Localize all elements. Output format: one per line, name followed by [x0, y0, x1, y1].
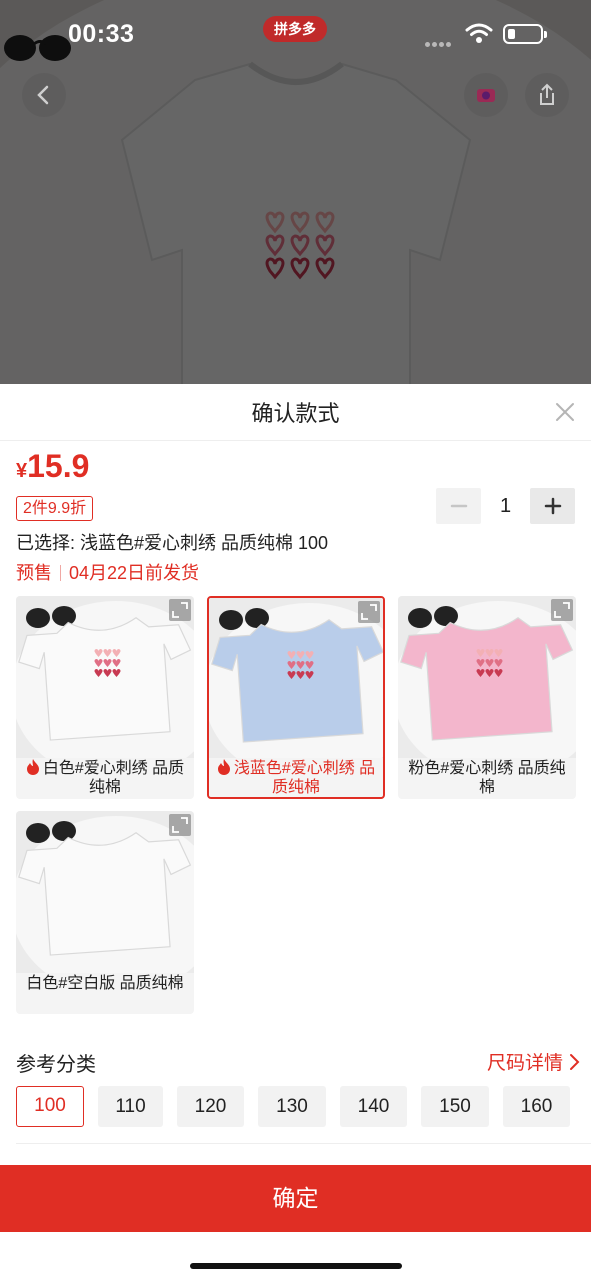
price: ¥15.9 — [16, 448, 89, 485]
share-button[interactable] — [525, 73, 569, 117]
style-selection-sheet: 确认款式 ¥15.9 2件9.9折 1 已选择: 浅蓝色#爱心刺绣 品质纯棉 1… — [0, 384, 591, 1280]
home-indicator — [190, 1263, 402, 1269]
size-option[interactable]: 120 — [177, 1086, 244, 1127]
size-option[interactable]: 110 — [98, 1086, 163, 1127]
minus-icon — [450, 504, 467, 508]
style-card[interactable]: 浅蓝色#爱心刺绣 品质纯棉 — [207, 596, 385, 799]
quantity-value[interactable]: 1 — [481, 488, 530, 524]
confirm-button[interactable]: 确定 — [0, 1165, 591, 1232]
zoom-icon[interactable] — [169, 599, 191, 621]
size-option[interactable]: 150 — [421, 1086, 489, 1127]
size-option[interactable]: 160 — [503, 1086, 570, 1127]
divider — [0, 440, 591, 441]
ship-date: 04月22日前发货 — [69, 563, 200, 583]
selected-summary: 已选择: 浅蓝色#爱心刺绣 品质纯棉 100 — [16, 533, 329, 553]
flame-icon — [217, 759, 230, 775]
quantity-decrease-button[interactable] — [436, 488, 481, 524]
status-bar: 00:33 拼多多 — [0, 0, 591, 70]
size-section-title: 参考分类 — [16, 1054, 96, 1076]
style-shirt-image — [16, 601, 194, 758]
presale-separator — [60, 565, 61, 581]
share-icon — [540, 83, 554, 105]
close-icon[interactable] — [553, 400, 577, 424]
battery-icon — [503, 24, 547, 44]
size-guide-label: 尺码详情 — [487, 1053, 564, 1074]
favorite-icon — [477, 89, 495, 102]
style-shirt-image — [398, 601, 576, 758]
style-label: 白色#爱心刺绣 品质纯棉 — [22, 759, 188, 797]
status-time: 00:33 — [68, 20, 135, 48]
style-label: 白色#空白版 品质纯棉 — [22, 974, 188, 993]
presale-info: 预售 04月22日前发货 — [16, 559, 199, 585]
size-option[interactable]: 100 — [16, 1086, 84, 1127]
zoom-icon[interactable] — [551, 599, 573, 621]
quantity-increase-button[interactable] — [530, 488, 575, 524]
size-option[interactable]: 130 — [258, 1086, 326, 1127]
style-image — [16, 811, 194, 973]
sheet-title: 确认款式 — [251, 401, 340, 426]
wifi-icon — [465, 23, 493, 43]
style-card[interactable]: 白色#爱心刺绣 品质纯棉 — [16, 596, 194, 799]
size-guide-link[interactable]: 尺码详情 — [487, 1048, 581, 1075]
zoom-icon[interactable] — [169, 814, 191, 836]
back-icon — [37, 85, 49, 105]
plus-icon — [544, 497, 561, 515]
style-label: 浅蓝色#爱心刺绣 品质纯棉 — [215, 759, 377, 797]
style-label-text: 白色#空白版 品质纯棉 — [26, 975, 184, 992]
style-image — [16, 596, 194, 758]
style-image — [209, 598, 383, 758]
product-hero-image[interactable]: 00:33 拼多多 — [0, 0, 591, 384]
zoom-icon[interactable] — [358, 601, 380, 623]
signal-dots — [425, 34, 453, 52]
style-label-text: 粉色#爱心刺绣 品质纯棉 — [408, 760, 566, 796]
style-shirt-image — [209, 603, 383, 758]
style-shirt-image — [16, 816, 194, 973]
page: 00:33 拼多多 确认款式 ¥15.9 2件9.9折 1 已选择: 浅蓝色#爱… — [0, 0, 591, 1280]
style-image — [398, 596, 576, 758]
size-option[interactable]: 140 — [340, 1086, 407, 1127]
back-button[interactable] — [22, 73, 66, 117]
app-logo: 拼多多 — [263, 16, 327, 42]
discount-tag: 2件9.9折 — [16, 496, 94, 521]
style-label-text: 白色#爱心刺绣 品质纯棉 — [42, 760, 185, 796]
style-card[interactable]: 白色#空白版 品质纯棉 — [16, 811, 194, 1014]
divider — [16, 1143, 591, 1144]
presale-label: 预售 — [16, 563, 52, 583]
style-card[interactable]: 粉色#爱心刺绣 品质纯棉 — [398, 596, 576, 799]
price-currency: ¥ — [16, 460, 28, 482]
flame-icon — [26, 759, 39, 775]
price-value: 15.9 — [27, 448, 90, 484]
chevron-right-icon — [570, 1053, 580, 1070]
favorite-button[interactable] — [464, 73, 508, 117]
style-label: 粉色#爱心刺绣 品质纯棉 — [404, 759, 570, 797]
style-label-text: 浅蓝色#爱心刺绣 品质纯棉 — [233, 760, 376, 796]
